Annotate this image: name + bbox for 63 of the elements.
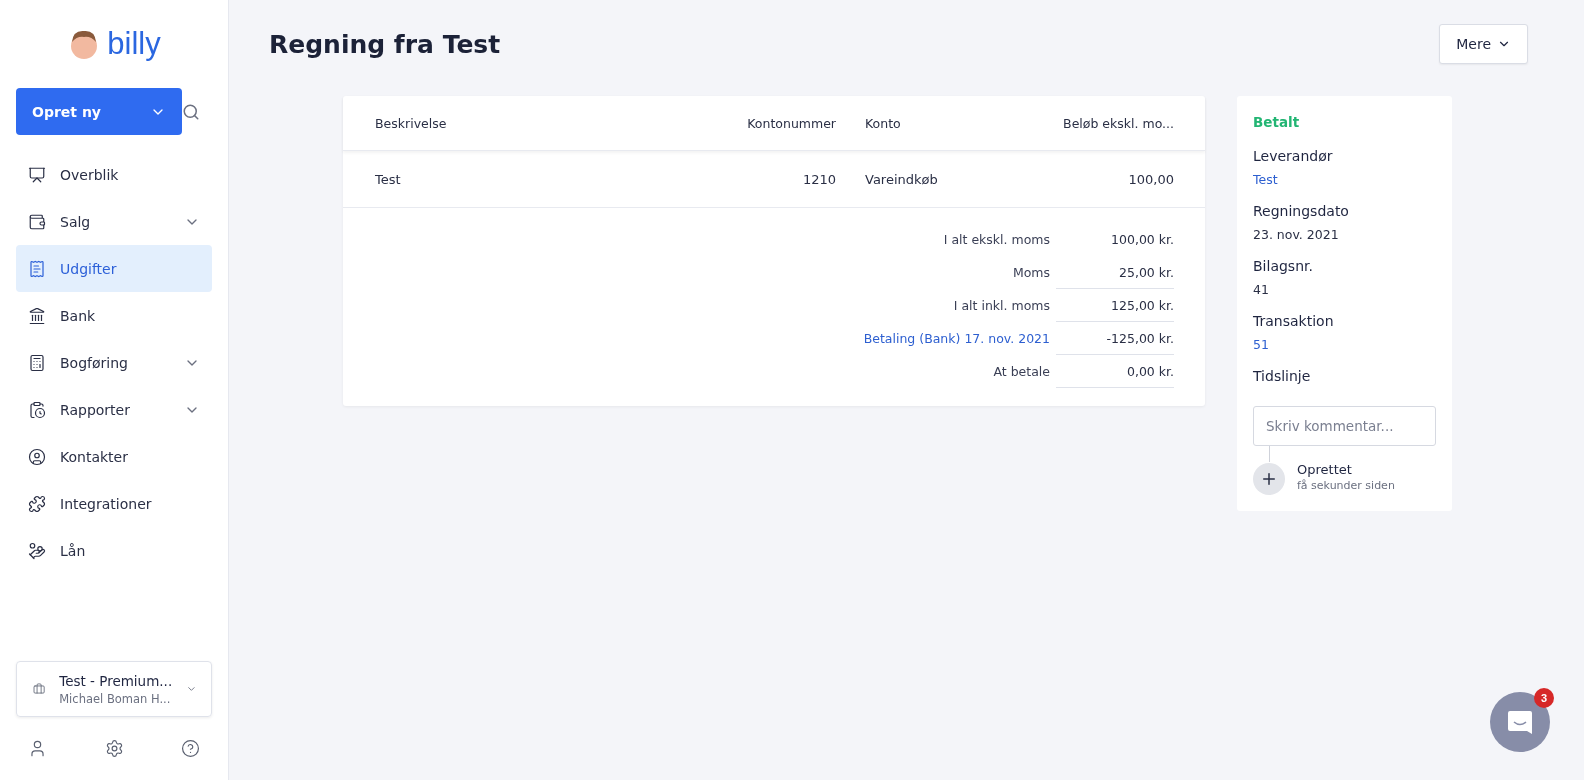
bank-icon <box>28 306 46 325</box>
account-switcher[interactable]: Test - Premium... Michael Boman H... <box>16 661 212 717</box>
nav-item[interactable]: Udgifter <box>16 245 212 292</box>
total-label: I alt inkl. moms <box>952 297 1050 315</box>
field-value: 41 <box>1253 282 1270 297</box>
timeline-title: Tidslinje <box>1253 368 1312 384</box>
notification-badge: 3 <box>1534 688 1554 708</box>
field-label: Leverandør <box>1253 148 1334 164</box>
field-link[interactable]: Test <box>1253 172 1436 187</box>
help-icon[interactable] <box>181 739 200 758</box>
more-button[interactable]: Mere <box>1439 24 1528 64</box>
nav-item[interactable]: Lån <box>16 527 212 574</box>
page-title: Regning fra Test <box>269 29 501 59</box>
status-label: Betalt <box>1253 114 1301 130</box>
nav-item[interactable]: Overblik <box>16 151 212 198</box>
field-link[interactable]: 51 <box>1253 337 1436 352</box>
column-header: Beløb ekskl. mo... <box>1063 115 1174 131</box>
logo-text: billy <box>107 26 161 62</box>
total-value: 25,00 kr. <box>1056 256 1174 289</box>
settings-icon[interactable] <box>104 739 124 758</box>
payment-link[interactable]: Betaling (Bank) 17. nov. 2021 <box>375 322 1050 355</box>
total-value: 0,00 kr. <box>1056 355 1174 388</box>
table-cell: 100,00 <box>1128 171 1174 187</box>
calculator-icon <box>28 353 46 372</box>
account-name: Test - Premium... <box>59 672 173 689</box>
create-new-button[interactable]: Opret ny <box>16 88 182 135</box>
puzzle-icon <box>28 494 46 513</box>
field-label: Bilagsnr. <box>1253 258 1314 274</box>
total-label: Moms <box>1011 264 1050 282</box>
event-title: Oprettet <box>1297 462 1353 477</box>
nav-item[interactable]: Rapporter <box>16 386 212 433</box>
user-circle-icon <box>28 447 46 466</box>
clipboard-clock-icon <box>28 400 46 419</box>
nav-item[interactable]: Salg <box>16 198 212 245</box>
table-cell: Vareindkøb <box>865 171 938 187</box>
total-value: 100,00 kr. <box>1110 231 1174 249</box>
total-value: 125,00 kr. <box>1056 289 1174 322</box>
field-label: Transaktion <box>1253 313 1335 329</box>
hand-coins-icon <box>28 541 46 560</box>
nav-item[interactable]: Integrationer <box>16 480 212 527</box>
table-cell: Test <box>375 171 401 187</box>
event-time: få sekunder siden <box>1297 479 1395 492</box>
column-header: Beskrivelse <box>375 115 447 131</box>
wallet-icon <box>28 212 46 231</box>
field-label: Regningsdato <box>1253 203 1350 219</box>
receipt-icon <box>28 259 46 278</box>
account-owner: Michael Boman H... <box>59 691 172 706</box>
nav-item[interactable]: Bogføring <box>16 339 212 386</box>
comment-field[interactable]: Skriv kommentar... <box>1253 406 1436 446</box>
nav-item[interactable]: Kontakter <box>16 433 212 480</box>
table-cell-text: 1210 <box>802 171 837 187</box>
column-header: Konto <box>865 115 901 131</box>
chat-bubble-icon <box>1506 708 1534 736</box>
column-header: Kontonummer <box>747 115 837 131</box>
field-value: 23. nov. 2021 <box>1253 227 1340 242</box>
user-icon[interactable] <box>28 739 47 758</box>
total-value: -125,00 kr. <box>1056 322 1174 355</box>
search-button[interactable] <box>182 102 200 121</box>
total-label: I alt ekskl. moms <box>942 231 1050 249</box>
total-label: At betale <box>992 363 1050 381</box>
presentation-icon <box>28 165 46 184</box>
nav-item[interactable]: Bank <box>16 292 212 339</box>
plus-icon <box>1253 463 1285 495</box>
